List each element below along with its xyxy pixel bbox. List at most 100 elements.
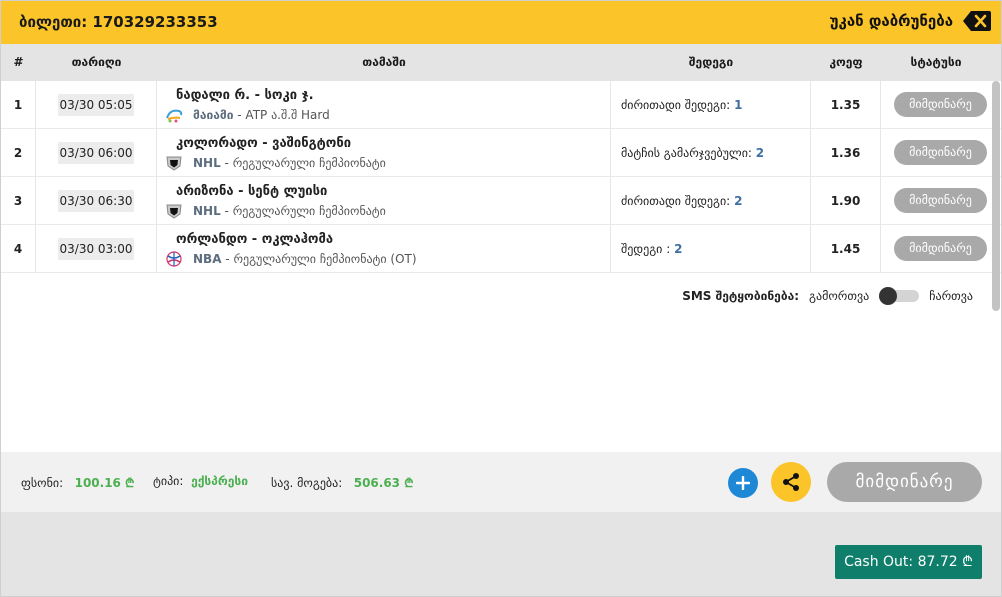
back-button[interactable]: უკან დაბრუნება bbox=[830, 10, 991, 32]
row-number: 2 bbox=[1, 129, 36, 177]
sms-toggle-knob bbox=[879, 287, 898, 305]
status-badge: მიმდინარე bbox=[894, 188, 987, 213]
league-name: მაიამი bbox=[193, 108, 234, 122]
ticket-title: ბილეთი: 170329233353 bbox=[19, 13, 218, 31]
game-cell: კოლორადო - ვაშინგტონი NHL - რეგულარული ჩ… bbox=[157, 129, 611, 177]
column-header-date: თარიღი bbox=[71, 55, 122, 69]
potential-win-label: სავ. მოგება: bbox=[271, 476, 343, 490]
nhl-icon bbox=[166, 204, 182, 219]
result-cell: ძირითადი შედეგი: 1 bbox=[611, 81, 811, 129]
result-cell: შედეგი : 2 bbox=[611, 225, 811, 273]
league-detail: - რეგულარული ჩემპიონატი bbox=[220, 204, 386, 218]
league-info: NBA - რეგულარული ჩემპიონატი (OT) bbox=[193, 252, 417, 266]
league-info: NHL - რეგულარული ჩემპიონატი bbox=[193, 204, 386, 218]
stake-info: ფსონი: 100.16 ₾ bbox=[21, 474, 134, 491]
result-value: 2 bbox=[734, 194, 743, 208]
sms-label: SMS შეტყობინება: bbox=[682, 289, 800, 303]
league-detail: - რეგულარული ჩემპიონატი bbox=[220, 156, 386, 170]
match-name: ნადალი რ. - სოკი ჯ. bbox=[176, 88, 314, 103]
result-value: 2 bbox=[674, 242, 683, 256]
result-label: მატჩის გამარჯვებული: bbox=[621, 146, 752, 160]
column-header-odds: კოეფ bbox=[829, 55, 863, 69]
result-label: შედეგი : bbox=[621, 242, 671, 256]
backspace-icon bbox=[963, 11, 991, 31]
result-cell: მატჩის გამარჯვებული: 2 bbox=[611, 129, 811, 177]
row-number: 1 bbox=[1, 81, 36, 129]
sms-toggle[interactable] bbox=[879, 287, 920, 305]
tennis-icon bbox=[166, 109, 183, 123]
result-cell: ძირითადი შედეგი: 2 bbox=[611, 177, 811, 225]
match-name: ორლანდო - ოკლაჰომა bbox=[176, 232, 334, 247]
stake-value: 100.16 ₾ bbox=[74, 476, 135, 490]
date-chip: 03/30 05:05 bbox=[58, 94, 134, 116]
league-info: მაიამი - ATP ა.შ.შ Hard bbox=[193, 108, 330, 122]
date-cell: 03/30 06:30 bbox=[36, 177, 157, 225]
date-chip: 03/30 06:30 bbox=[58, 190, 134, 212]
game-cell: ორლანდო - ოკლაჰომა NBA - რეგულარული ჩემპ… bbox=[157, 225, 611, 273]
nhl-icon bbox=[166, 156, 182, 171]
column-header-num: # bbox=[13, 55, 24, 69]
column-header-result: შედეგი bbox=[688, 55, 734, 69]
league-name: NBA bbox=[193, 252, 222, 266]
odds-cell: 1.90 bbox=[811, 177, 881, 225]
status-badge: მიმდინარე bbox=[894, 236, 987, 261]
stake-label: ფსონი: bbox=[21, 476, 64, 490]
match-name: კოლორადო - ვაშინგტონი bbox=[176, 136, 352, 151]
potential-win-info: სავ. მოგება: 506.63 ₾ bbox=[271, 474, 413, 491]
result-label: ძირითადი შედეგი: bbox=[621, 98, 731, 112]
column-header-status: სტატუსი bbox=[910, 55, 962, 69]
header-bar: ბილეთი: 170329233353 უკან დაბრუნება bbox=[1, 1, 1001, 44]
game-cell: ნადალი რ. - სოკი ჯ. მაიამი - ATP ა.შ.შ H… bbox=[157, 81, 611, 129]
odds-cell: 1.35 bbox=[811, 81, 881, 129]
league-detail: - ATP ა.შ.შ Hard bbox=[233, 108, 330, 122]
ticket-content: # თარიღი თამაში შედეგი კოეფ სტატუსი 1 03… bbox=[1, 44, 1001, 452]
result-label: ძირითადი შედეგი: bbox=[621, 194, 731, 208]
type-label: ტიპი: bbox=[153, 474, 184, 488]
sms-on-label: ჩართვა bbox=[929, 289, 973, 303]
potential-win-value: 506.63 ₾ bbox=[353, 476, 414, 490]
share-button[interactable] bbox=[771, 462, 811, 502]
add-button[interactable] bbox=[728, 468, 758, 498]
odds-cell: 1.36 bbox=[811, 129, 881, 177]
status-badge: მიმდინარე bbox=[894, 140, 987, 165]
status-cell: მიმდინარე bbox=[881, 225, 991, 273]
league-info: NHL - რეგულარული ჩემპიონატი bbox=[193, 156, 386, 170]
nba-icon bbox=[166, 251, 182, 267]
match-name: არიზონა - სენტ ლუისი bbox=[176, 184, 328, 199]
date-chip: 03/30 03:00 bbox=[58, 238, 134, 260]
sms-notification-setting: SMS შეტყობინება: გამორთვა ჩართვა bbox=[682, 287, 973, 305]
date-chip: 03/30 06:00 bbox=[58, 142, 134, 164]
status-cell: მიმდინარე bbox=[881, 177, 991, 225]
type-value: ექსპრესი bbox=[191, 474, 249, 488]
row-number: 3 bbox=[1, 177, 36, 225]
table-row: 4 03/30 03:00 ორლანდო - ოკლაჰომა NBA - რ… bbox=[1, 225, 1001, 273]
league-detail: - რეგულარული ჩემპიონატი (OT) bbox=[221, 252, 417, 266]
sms-off-label: გამორთვა bbox=[809, 289, 870, 303]
league-name: NHL bbox=[193, 204, 221, 218]
ticket-footer: ფსონი: 100.16 ₾ ტიპი: ექსპრესი სავ. მოგე… bbox=[1, 452, 1001, 512]
back-button-label: უკან დაბრუნება bbox=[829, 12, 953, 30]
status-badge: მიმდინარე bbox=[894, 92, 987, 117]
date-cell: 03/30 05:05 bbox=[36, 81, 157, 129]
league-name: NHL bbox=[193, 156, 221, 170]
type-info: ტიპი: ექსპრესი bbox=[153, 474, 248, 488]
table-row: 3 03/30 06:30 არიზონა - სენტ ლუისი NHL -… bbox=[1, 177, 1001, 225]
table-row: 2 03/30 06:00 კოლორადო - ვაშინგტონი NHL … bbox=[1, 129, 1001, 177]
ticket-status-badge: მიმდინარე bbox=[827, 462, 982, 502]
date-cell: 03/30 03:00 bbox=[36, 225, 157, 273]
status-cell: მიმდინარე bbox=[881, 81, 991, 129]
status-cell: მიმდინარე bbox=[881, 129, 991, 177]
result-value: 2 bbox=[755, 146, 765, 160]
game-cell: არიზონა - სენტ ლუისი NHL - რეგულარული ჩე… bbox=[157, 177, 611, 225]
table-row: 1 03/30 05:05 ნადალი რ. - სოკი ჯ. მაიამი… bbox=[1, 81, 1001, 129]
ticket-window: ბილეთი: 170329233353 უკან დაბრუნება # თა… bbox=[0, 0, 1002, 597]
scrollbar[interactable] bbox=[992, 81, 1000, 311]
row-number: 4 bbox=[1, 225, 36, 273]
odds-cell: 1.45 bbox=[811, 225, 881, 273]
plus-icon bbox=[736, 476, 750, 490]
result-value: 1 bbox=[734, 98, 743, 112]
cash-out-button[interactable]: Cash Out: 87.72 ₾ bbox=[835, 545, 982, 579]
column-header-game: თამაში bbox=[362, 55, 406, 69]
share-icon bbox=[783, 473, 799, 491]
table-header: # თარიღი თამაში შედეგი კოეფ სტატუსი bbox=[1, 44, 1001, 81]
